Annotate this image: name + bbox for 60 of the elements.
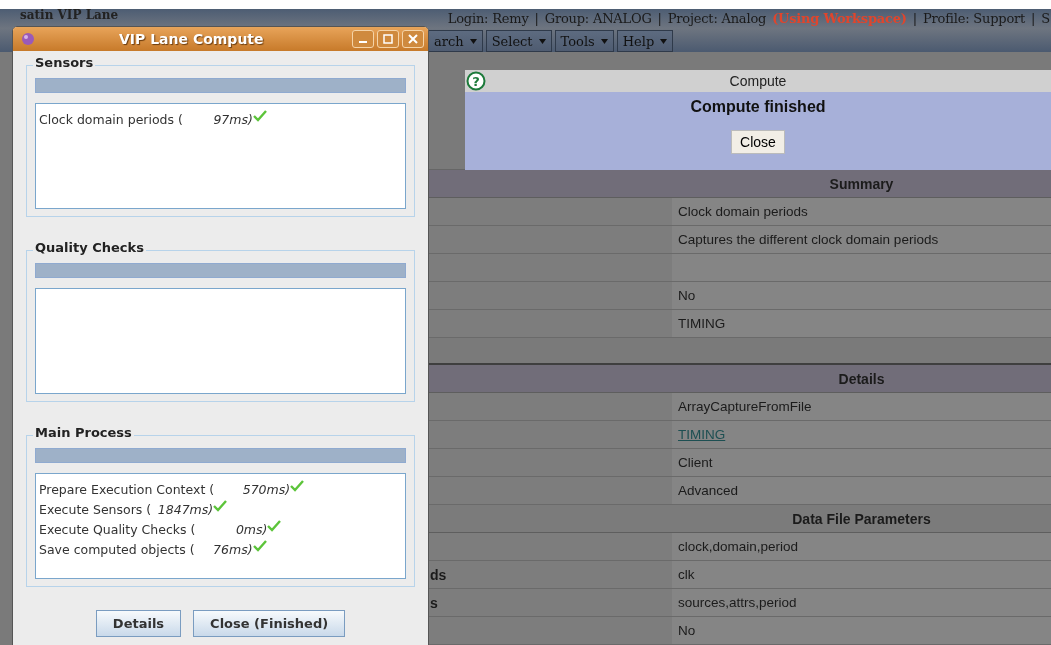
- step-duration: 97ms): [212, 111, 253, 127]
- close-button[interactable]: Close: [731, 130, 785, 154]
- value-cell: Advanced: [672, 477, 1051, 504]
- close-button[interactable]: [402, 30, 424, 48]
- value-cell: TIMING: [672, 310, 1051, 337]
- step-name: Execute Sensors (: [39, 501, 152, 517]
- app-logo-text: satin VIP Lane: [20, 9, 119, 21]
- user-info-text: |: [534, 10, 539, 26]
- caret-icon: [660, 38, 668, 44]
- help-icon[interactable]: ?: [466, 71, 486, 91]
- user-info-text: |: [1031, 10, 1036, 26]
- caret-icon: [469, 38, 477, 44]
- maximize-icon: [383, 34, 393, 44]
- value-cell: No: [672, 617, 1051, 644]
- value-cell: clock,domain,period: [672, 533, 1051, 560]
- user-info-text: Login: Remy: [447, 10, 529, 26]
- menu-button[interactable]: Tools: [554, 30, 614, 52]
- user-info-text: |: [912, 10, 917, 26]
- section-title: Details: [837, 369, 886, 389]
- user-info-text: S: [1041, 10, 1050, 26]
- value-cell: No: [672, 282, 1051, 309]
- value-cell: sources,attrs,period: [672, 589, 1051, 616]
- group-title: Sensors: [33, 55, 96, 70]
- close-button[interactable]: Close (Finished): [193, 610, 346, 637]
- step-duration: 0ms): [234, 521, 268, 537]
- section-title: Data File Parameters: [791, 509, 932, 529]
- value-link[interactable]: TIMING: [678, 427, 726, 442]
- value-cell: ArrayCaptureFromFile: [672, 393, 1051, 420]
- step-name: Clock domain periods (: [39, 111, 183, 127]
- close-icon: [408, 34, 418, 44]
- details-button[interactable]: Details: [95, 610, 182, 637]
- value-cell: clk: [672, 561, 1051, 588]
- user-info-text: Project: Analog: [667, 10, 767, 26]
- menu-button[interactable]: Select: [485, 30, 552, 52]
- group-title: Main Process: [33, 425, 134, 440]
- menu-button[interactable]: arch: [428, 30, 483, 52]
- caret-icon: [538, 38, 546, 44]
- value-cell: Client: [672, 449, 1051, 476]
- user-info-text: Profile: Support: [923, 10, 1026, 26]
- section-title: Summary: [828, 174, 895, 194]
- value-cell: Captures the different clock domain periods: [672, 226, 1051, 253]
- step-duration: 1847ms): [156, 501, 214, 517]
- group-title: Quality Checks: [33, 240, 146, 255]
- app-orb-icon: [21, 32, 35, 46]
- value-cell: Clock domain periods: [672, 198, 1051, 225]
- minimize-button[interactable]: [352, 30, 374, 48]
- notification-message: Compute finished: [689, 98, 827, 116]
- notification-title: Compute: [729, 73, 787, 89]
- user-info-text: (Using Workspace): [772, 10, 907, 26]
- caret-icon: [600, 38, 608, 44]
- menu-button[interactable]: Help: [616, 30, 674, 52]
- maximize-button[interactable]: [377, 30, 399, 48]
- user-info-text: Group: ANALOG: [544, 10, 652, 26]
- step-duration: 570ms): [241, 481, 291, 497]
- user-info-text: |: [657, 10, 662, 26]
- step-name: Execute Quality Checks (: [39, 521, 196, 537]
- step-duration: 76ms): [212, 541, 253, 557]
- dialog-title: VIP Lane Compute: [119, 31, 264, 47]
- step-name: Prepare Execution Context (: [39, 481, 215, 497]
- step-name: Save computed objects (: [39, 541, 195, 557]
